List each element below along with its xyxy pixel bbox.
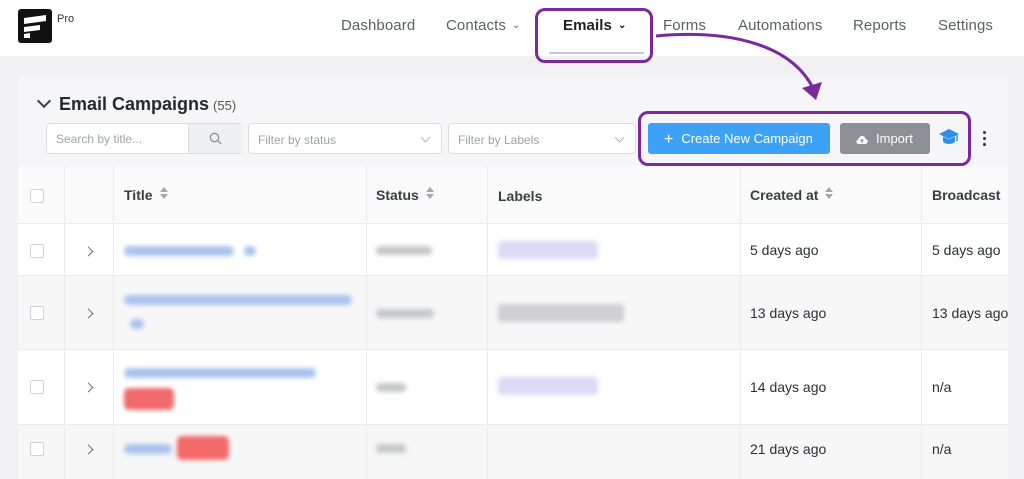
- annotation-arrow: [655, 32, 822, 100]
